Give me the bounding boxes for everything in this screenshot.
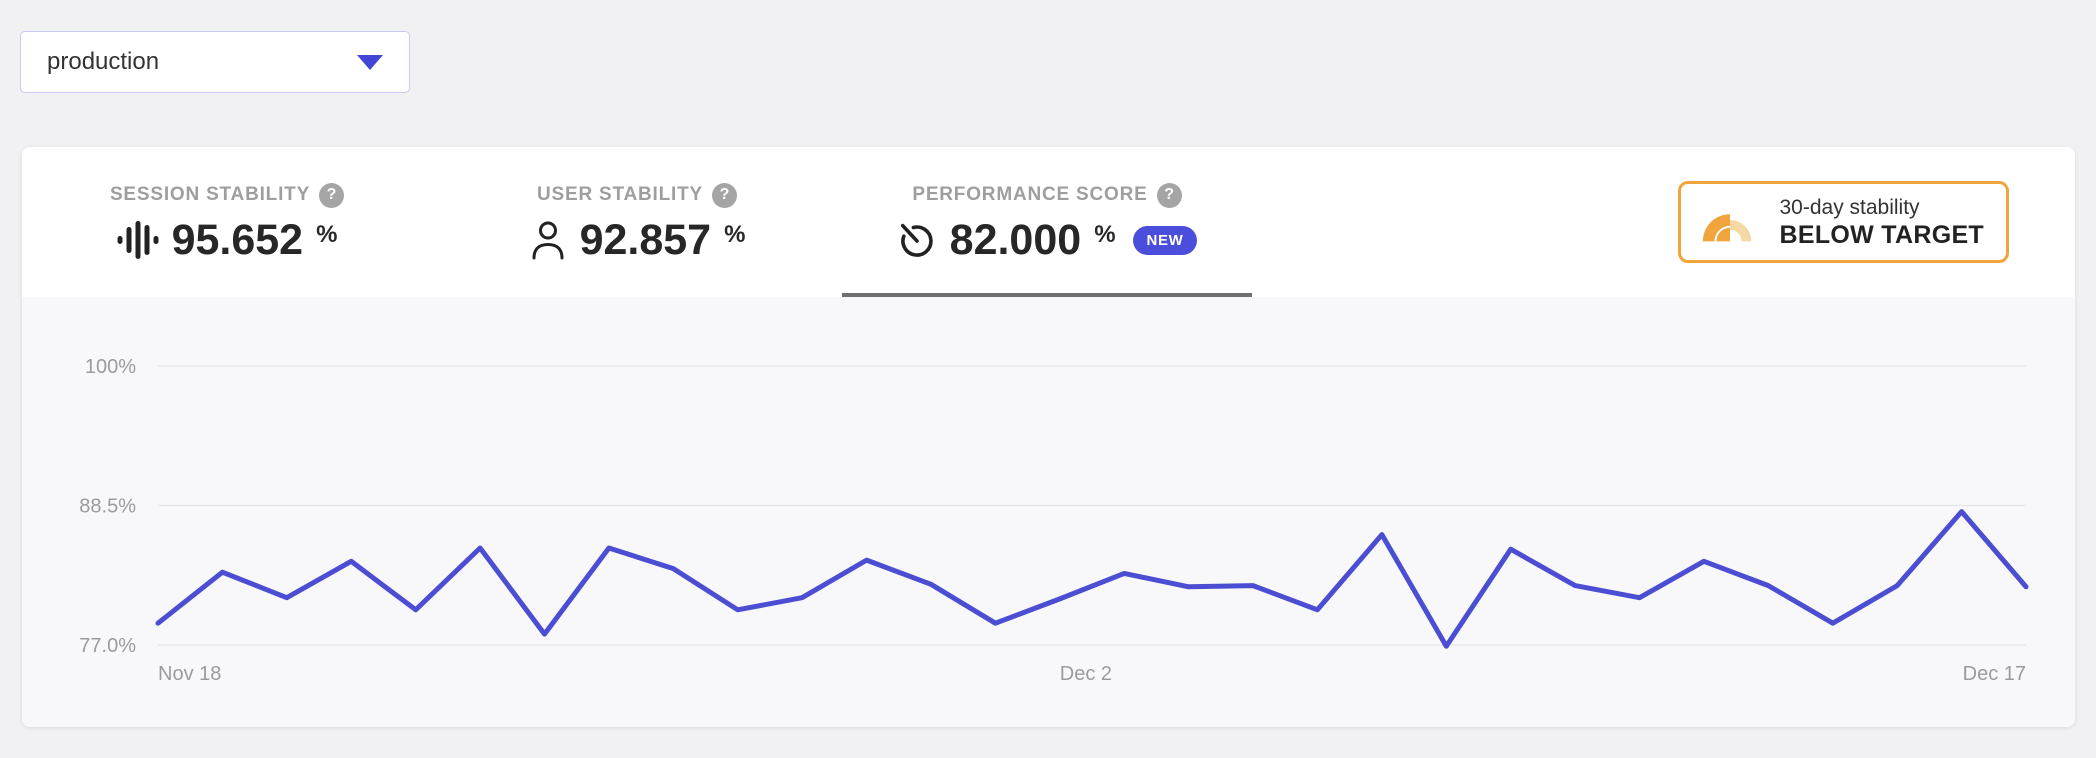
y-axis-tick-label: 88.5%: [79, 496, 136, 518]
stability-target-text: 30-day stability BELOW TARGET: [1779, 194, 1984, 250]
x-axis-tick-label: Nov 18: [158, 663, 221, 685]
chevron-down-icon: [357, 54, 383, 70]
stability-target-badge[interactable]: 30-day stability BELOW TARGET: [1678, 181, 2009, 263]
x-axis-tick-label: Dec 2: [1060, 663, 1112, 685]
session-stability-value-row: 95.652 %: [117, 215, 338, 264]
session-stability-value: 95.652: [171, 215, 304, 264]
tab-user-stability[interactable]: USER STABILITY ? 92.857 %: [432, 147, 842, 297]
stability-card: SESSION STABILITY ? 95.652 % USER STABIL…: [22, 147, 2075, 727]
environment-dropdown-value: production: [47, 48, 160, 75]
session-stability-label: SESSION STABILITY: [109, 184, 311, 205]
performance-score-label-row: PERFORMANCE SCORE ?: [912, 182, 1182, 208]
user-stability-value-row: 92.857 %: [529, 215, 746, 264]
tab-session-stability[interactable]: SESSION STABILITY ? 95.652 %: [22, 147, 432, 297]
gauge-icon: [897, 219, 937, 262]
performance-score-value: 82.000: [949, 215, 1082, 264]
waveform-icon: [117, 219, 159, 262]
help-icon[interactable]: ?: [1156, 182, 1182, 208]
user-stability-unit: %: [724, 220, 746, 248]
stability-series-line: [155, 509, 2029, 649]
stability-target-period: 30-day stability: [1779, 196, 1920, 219]
performance-score-label: PERFORMANCE SCORE: [912, 184, 1148, 205]
stability-line-chart: 100% 88.5% 77.0% Nov 18 Dec 2 Dec 17: [79, 356, 2029, 685]
y-axis-tick-label: 77.0%: [79, 635, 136, 657]
x-axis-tick-label: Dec 17: [1963, 663, 2026, 685]
stability-meter-icon: [1699, 196, 1761, 249]
new-badge: NEW: [1132, 225, 1198, 255]
session-stability-label-row: SESSION STABILITY ?: [109, 182, 345, 208]
help-icon[interactable]: ?: [712, 182, 738, 208]
user-icon: [529, 219, 567, 262]
performance-score-value-row: 82.000 % NEW: [897, 215, 1198, 264]
stability-target-status: BELOW TARGET: [1779, 221, 1984, 249]
user-stability-label: USER STABILITY: [536, 184, 704, 205]
stability-chart-area: 100% 88.5% 77.0% Nov 18 Dec 2 Dec 17: [22, 297, 2075, 727]
help-icon[interactable]: ?: [319, 182, 345, 208]
user-stability-value: 92.857: [579, 215, 712, 264]
tab-performance-score[interactable]: PERFORMANCE SCORE ? 82.000 % NEW: [842, 147, 1252, 297]
stability-card-header: SESSION STABILITY ? 95.652 % USER STABIL…: [22, 147, 2075, 297]
session-stability-unit: %: [316, 220, 338, 248]
environment-dropdown[interactable]: production: [20, 31, 410, 93]
metric-tabs: SESSION STABILITY ? 95.652 % USER STABIL…: [22, 147, 1252, 297]
performance-score-unit: %: [1094, 220, 1116, 248]
y-axis-tick-label: 100%: [85, 356, 136, 378]
user-stability-label-row: USER STABILITY ?: [536, 182, 738, 208]
